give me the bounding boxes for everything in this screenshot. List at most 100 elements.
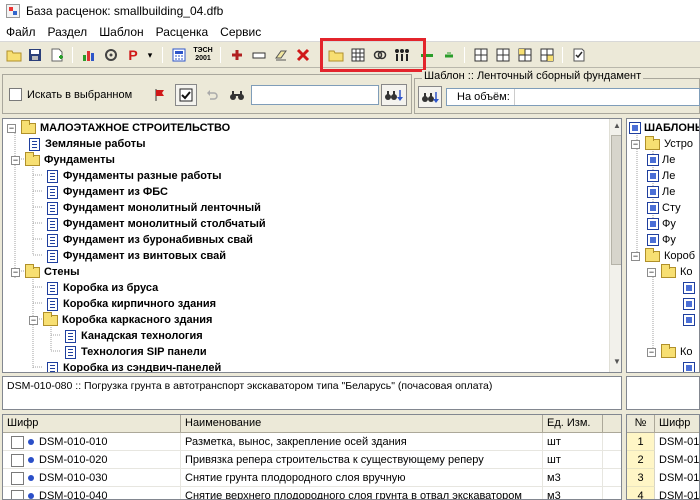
table-row[interactable]: 2 DSM-01 — [627, 451, 699, 469]
scrollbar-thumb[interactable] — [611, 135, 621, 265]
save-button[interactable] — [26, 46, 44, 64]
table-row[interactable]: DSM-010-030 Снятие грунта плодородного с… — [3, 469, 621, 487]
open-folder-button[interactable] — [5, 46, 23, 64]
table-button-3[interactable] — [516, 46, 534, 64]
p-dropdown-button[interactable]: ▾ — [141, 46, 159, 64]
table-button-1[interactable] — [472, 46, 490, 64]
tesn-button[interactable]: ТЭСН 2001 — [192, 46, 214, 64]
remove-button[interactable] — [250, 46, 268, 64]
template-subgroup[interactable]: − Ко — [647, 343, 693, 360]
template-item[interactable] — [683, 280, 698, 296]
settings-button[interactable] — [102, 46, 120, 64]
table-row[interactable]: DSM-010-010 Разметка, вынос, закрепление… — [3, 433, 621, 451]
tree-node[interactable]: Технология SIP панели — [65, 344, 207, 360]
collapse-icon[interactable]: − — [11, 267, 20, 277]
column-header-name[interactable]: Наименование — [181, 415, 543, 433]
tree-node-root[interactable]: − МАЛОЭТАЖНОЕ СТРОИТЕЛЬСТВО — [7, 119, 230, 136]
search-input[interactable] — [251, 85, 379, 105]
menu-rate[interactable]: Расценка — [150, 25, 215, 39]
tree-scrollbar[interactable]: ▲ ▼ — [609, 119, 621, 372]
add-button[interactable] — [228, 46, 246, 64]
tree-node[interactable]: Коробка из сэндвич-панелей — [47, 360, 221, 372]
column-header-code[interactable]: Шифр — [655, 415, 699, 433]
find-next-button[interactable] — [381, 84, 407, 106]
menu-section[interactable]: Раздел — [42, 25, 94, 39]
template-item[interactable]: Фу — [647, 216, 676, 232]
menu-file[interactable]: Файл — [0, 25, 42, 39]
check-document-button[interactable] — [570, 46, 588, 64]
template-group[interactable]: − Короб — [631, 247, 695, 264]
tree-node[interactable]: Фундамент из ФБС — [47, 184, 168, 200]
per-volume-field[interactable]: На объём: — [446, 88, 700, 106]
document-icon — [65, 345, 76, 359]
template-item[interactable]: Ле — [647, 152, 675, 168]
template-item[interactable]: Фу — [647, 232, 676, 248]
template-item[interactable] — [683, 312, 698, 328]
column-header-number[interactable]: № — [627, 415, 655, 433]
search-in-selected[interactable]: Искать в выбранном — [9, 88, 132, 101]
template-find-button[interactable] — [418, 86, 442, 108]
tree-node[interactable]: − Фундаменты — [11, 151, 115, 168]
find-button[interactable] — [226, 84, 248, 106]
collapse-icon[interactable]: − — [7, 123, 16, 133]
table-row[interactable]: 4 DSM-01 — [627, 487, 699, 499]
p-button[interactable]: P — [124, 46, 142, 64]
scroll-down-icon[interactable]: ▼ — [612, 357, 621, 369]
collapse-icon[interactable]: − — [11, 155, 20, 165]
flag-button[interactable] — [149, 84, 171, 106]
table-row[interactable]: DSM-010-040 Снятие верхнего плодородного… — [3, 487, 621, 499]
template-item[interactable]: Сту — [647, 200, 681, 216]
template-item[interactable]: Ле — [647, 184, 675, 200]
per-volume-input[interactable] — [513, 89, 699, 105]
template-item[interactable] — [683, 296, 698, 312]
calculator-button[interactable] — [170, 46, 188, 64]
menu-service[interactable]: Сервис — [214, 25, 267, 39]
tree-node[interactable]: Фундамент монолитный столбчатый — [47, 216, 266, 232]
new-document-icon — [51, 48, 63, 62]
scroll-up-icon[interactable]: ▲ — [612, 121, 621, 133]
check-button[interactable] — [175, 84, 197, 106]
tree-node[interactable]: − Стены — [11, 263, 80, 280]
title-bar: База расценок: smallbuilding_04.dfb — [0, 0, 700, 22]
column-header-code[interactable]: Шифр — [3, 415, 181, 433]
row-checkbox[interactable] — [11, 453, 24, 467]
eraser-button[interactable] — [272, 46, 290, 64]
tree-node[interactable]: Коробка кирпичного здания — [47, 296, 216, 312]
tree-node[interactable]: Фундамент из буронабивных свай — [47, 232, 253, 248]
collapse-icon[interactable]: − — [631, 139, 640, 149]
search-in-selected-checkbox[interactable] — [9, 88, 22, 101]
tree-node[interactable]: − Коробка каркасного здания — [29, 311, 212, 328]
template-subgroup[interactable]: − Ко — [647, 263, 693, 280]
row-checkbox[interactable] — [11, 489, 24, 499]
menu-template[interactable]: Шаблон — [93, 25, 149, 39]
collapse-icon[interactable]: − — [631, 251, 640, 261]
filter-panel: Искать в выбранном — [2, 74, 412, 114]
row-checkbox[interactable] — [11, 435, 24, 449]
delete-button[interactable] — [294, 46, 312, 64]
table-row[interactable]: 3 DSM-01 — [627, 469, 699, 487]
move-right-button[interactable] — [440, 46, 458, 64]
tree-node[interactable]: Фундамент из винтовых свай — [47, 248, 226, 264]
table-row[interactable]: 1 DSM-01 — [627, 433, 699, 451]
table-button-2[interactable] — [494, 46, 512, 64]
tree-node[interactable]: Канадская технология — [65, 328, 203, 344]
collapse-icon[interactable]: − — [647, 347, 656, 357]
tree-node[interactable]: Фундаменты разные работы — [47, 168, 222, 184]
tree-node[interactable]: Земляные работы — [29, 136, 145, 152]
column-header-unit[interactable]: Ед. Изм. — [543, 415, 603, 433]
tree-node[interactable]: Фундамент монолитный ленточный — [47, 200, 261, 216]
collapse-icon[interactable]: − — [647, 267, 656, 277]
collapse-icon[interactable]: − — [29, 315, 38, 325]
template-item[interactable] — [683, 360, 698, 372]
undo-button[interactable] — [201, 84, 223, 106]
templates-root[interactable]: ШАБЛОНЫ — [629, 120, 699, 136]
template-item[interactable]: Ле — [647, 168, 675, 184]
new-document-button[interactable] — [48, 46, 66, 64]
row-checkbox[interactable] — [11, 471, 24, 485]
table-row[interactable]: DSM-010-020 Привязка репера строительств… — [3, 451, 621, 469]
chart-button[interactable] — [80, 46, 98, 64]
table-button-4[interactable] — [538, 46, 556, 64]
checkmark-icon — [179, 88, 193, 102]
tree-node[interactable]: Коробка из бруса — [47, 280, 158, 296]
template-group[interactable]: − Устро — [631, 135, 693, 152]
